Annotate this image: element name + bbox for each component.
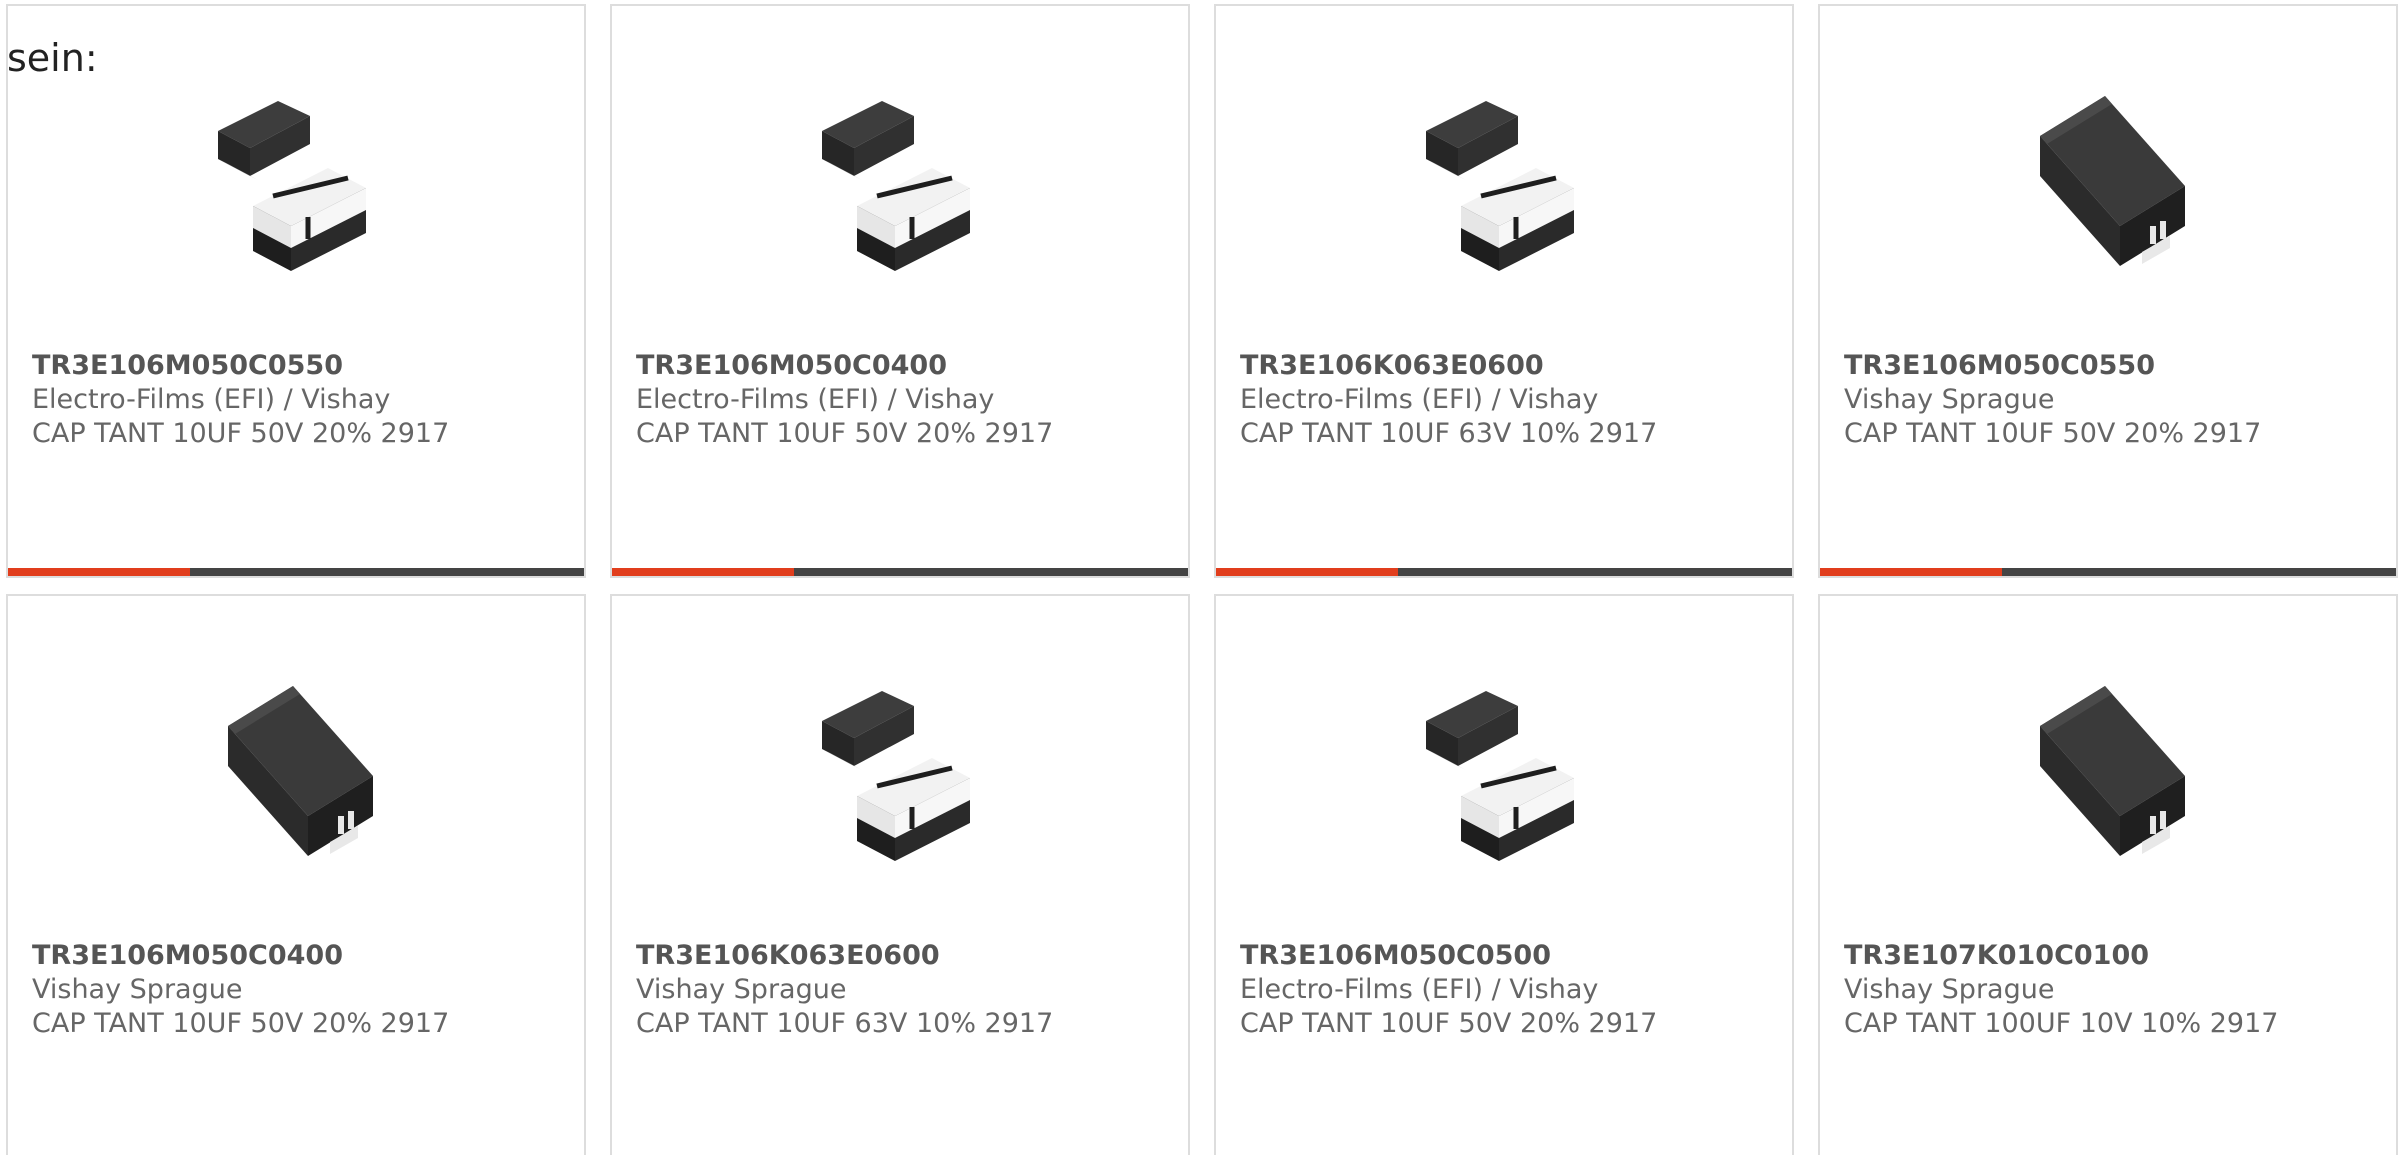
part-number: TR3E107K010C0100 xyxy=(1844,940,2150,971)
card-progress-bar xyxy=(8,568,584,576)
product-card[interactable]: TR3E106M050C0550 Electro-Films (EFI) / V… xyxy=(6,4,586,578)
card-progress-accent xyxy=(612,568,794,576)
product-image xyxy=(802,76,1002,286)
manufacturer: Electro-Films (EFI) / Vishay xyxy=(32,384,391,415)
description: CAP TANT 10UF 50V 20% 2917 xyxy=(636,418,1054,449)
product-image xyxy=(1406,666,1606,876)
part-number: TR3E106M050C0400 xyxy=(636,350,947,381)
page: sein: TR3E106M050C0550 Electro-Films (EF… xyxy=(0,0,2400,1155)
description: CAP TANT 10UF 50V 20% 2917 xyxy=(1844,418,2262,449)
product-card[interactable]: TR3E106M050C0500 Electro-Films (EFI) / V… xyxy=(1214,594,1794,1155)
part-number: TR3E106M050C0550 xyxy=(32,350,343,381)
card-progress-bar xyxy=(612,568,1188,576)
card-progress-accent xyxy=(1820,568,2002,576)
product-image xyxy=(1406,76,1606,286)
description: CAP TANT 10UF 63V 10% 2917 xyxy=(1240,418,1658,449)
part-number: TR3E106K063E0600 xyxy=(636,940,940,971)
intro-text: sein: xyxy=(7,36,98,80)
card-progress-bar xyxy=(1216,568,1792,576)
card-progress-accent xyxy=(1216,568,1398,576)
product-image xyxy=(2010,76,2210,286)
description: CAP TANT 10UF 63V 10% 2917 xyxy=(636,1008,1054,1039)
product-card[interactable]: TR3E106M050C0400 Electro-Films (EFI) / V… xyxy=(610,4,1190,578)
manufacturer: Vishay Sprague xyxy=(1844,974,2055,1005)
manufacturer: Vishay Sprague xyxy=(1844,384,2055,415)
description: CAP TANT 100UF 10V 10% 2917 xyxy=(1844,1008,2279,1039)
product-card[interactable]: TR3E106K063E0600 Electro-Films (EFI) / V… xyxy=(1214,4,1794,578)
product-card[interactable]: TR3E106M050C0550 Vishay Sprague CAP TANT… xyxy=(1818,4,2398,578)
card-progress-accent xyxy=(8,568,190,576)
product-image xyxy=(802,666,1002,876)
description: CAP TANT 10UF 50V 20% 2917 xyxy=(32,418,450,449)
description: CAP TANT 10UF 50V 20% 2917 xyxy=(1240,1008,1658,1039)
part-number: TR3E106M050C0400 xyxy=(32,940,343,971)
part-number: TR3E106M050C0500 xyxy=(1240,940,1551,971)
product-card[interactable]: TR3E107K010C0100 Vishay Sprague CAP TANT… xyxy=(1818,594,2398,1155)
manufacturer: Vishay Sprague xyxy=(636,974,847,1005)
description: CAP TANT 10UF 50V 20% 2917 xyxy=(32,1008,450,1039)
product-card[interactable]: TR3E106K063E0600 Vishay Sprague CAP TANT… xyxy=(610,594,1190,1155)
product-image xyxy=(2010,666,2210,876)
product-card[interactable]: TR3E106M050C0400 Vishay Sprague CAP TANT… xyxy=(6,594,586,1155)
manufacturer: Vishay Sprague xyxy=(32,974,243,1005)
product-image xyxy=(198,76,398,286)
manufacturer: Electro-Films (EFI) / Vishay xyxy=(1240,974,1599,1005)
product-grid: TR3E106M050C0550 Electro-Films (EFI) / V… xyxy=(6,4,2398,1155)
manufacturer: Electro-Films (EFI) / Vishay xyxy=(636,384,995,415)
card-progress-bar xyxy=(1820,568,2396,576)
part-number: TR3E106K063E0600 xyxy=(1240,350,1544,381)
part-number: TR3E106M050C0550 xyxy=(1844,350,2155,381)
manufacturer: Electro-Films (EFI) / Vishay xyxy=(1240,384,1599,415)
product-image xyxy=(198,666,398,876)
